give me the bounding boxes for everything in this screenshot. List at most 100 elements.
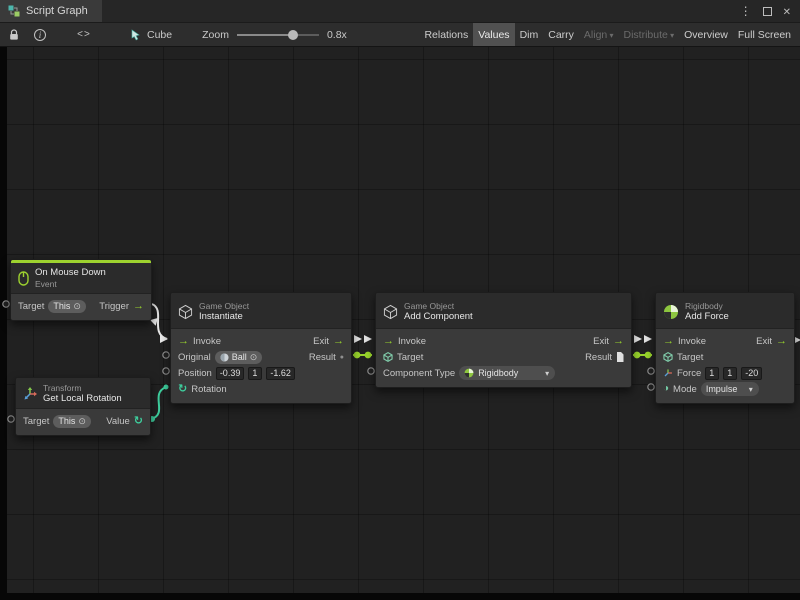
input-port[interactable]	[368, 368, 374, 374]
rotation-port-icon[interactable]	[178, 384, 187, 395]
object-port-dot[interactable]	[645, 352, 652, 359]
node-subtitle: Event	[35, 279, 106, 289]
node-add-force[interactable]: Rigidbody Add Force Invoke Exit Target	[655, 292, 795, 404]
exit-flow-port-icon[interactable]	[613, 336, 624, 347]
connection-value-to-rotation[interactable]	[151, 387, 166, 419]
node-body: Invoke Exit Target Force 1	[656, 329, 794, 403]
connection-trigger-to-invoke[interactable]	[152, 304, 167, 339]
object-picker-icon[interactable]	[78, 417, 86, 426]
result-port-icon[interactable]	[340, 354, 344, 361]
close-icon[interactable]	[783, 5, 791, 18]
node-on-mouse-down[interactable]: On Mouse Down Event Target This Trigger	[10, 259, 152, 321]
port-row: Target	[663, 349, 787, 365]
gameobject-port-icon[interactable]	[383, 352, 393, 362]
force-z-field[interactable]: -20	[741, 367, 762, 380]
gameobject-port-icon[interactable]	[663, 352, 673, 362]
node-add-component[interactable]: Game Object Add Component Invoke Exit Ta…	[375, 292, 632, 388]
component-type-port-label: Component Type	[383, 368, 455, 379]
chip-label: This	[53, 301, 70, 311]
node-category: Game Object	[199, 301, 249, 311]
port-row: Target This Value	[23, 413, 143, 429]
maximize-icon[interactable]	[763, 7, 772, 16]
exit-flow-port-icon[interactable]	[333, 336, 344, 347]
position-z-field[interactable]: -1.62	[266, 367, 295, 380]
node-header[interactable]: Rigidbody Add Force	[656, 293, 794, 329]
node-header[interactable]: Transform Get Local Rotation	[16, 378, 150, 409]
quaternion-port-icon[interactable]	[134, 416, 143, 427]
component-document-icon[interactable]	[616, 352, 624, 362]
object-port-dot[interactable]	[365, 352, 372, 359]
object-port-dot[interactable]	[634, 352, 641, 359]
edit-graph-icon[interactable]	[74, 23, 94, 46]
zoom-value: 0.8x	[327, 29, 347, 41]
input-port[interactable]	[648, 384, 654, 390]
object-picker-icon[interactable]	[73, 302, 81, 311]
exit-port-label: Exit	[313, 336, 329, 347]
dropdown-value: Rigidbody	[478, 368, 518, 378]
input-port[interactable]	[163, 352, 169, 358]
invoke-port-label: Invoke	[398, 336, 426, 347]
node-body: Invoke Exit Original Ball Resul	[171, 329, 351, 403]
fullscreen-button[interactable]: Full Screen	[733, 23, 796, 46]
value-port-dot[interactable]	[164, 385, 169, 390]
relations-button[interactable]: Relations	[419, 23, 473, 46]
input-port[interactable]	[8, 416, 14, 422]
target-object-chip[interactable]: This	[53, 415, 91, 428]
trigger-port-label: Trigger	[99, 301, 129, 312]
zoom-slider[interactable]	[237, 29, 319, 41]
zoom-slider-handle[interactable]	[288, 30, 298, 40]
enum-port-icon[interactable]	[663, 384, 669, 394]
ball-icon	[220, 353, 229, 362]
info-button[interactable]	[30, 23, 50, 46]
node-header[interactable]: Game Object Instantiate	[171, 293, 351, 329]
flow-connection-arrow[interactable]	[634, 335, 642, 343]
node-title: Add Component	[404, 312, 473, 322]
canvas-left-edge	[0, 47, 7, 600]
graph-reference[interactable]: Cube	[130, 29, 172, 41]
node-get-local-rotation[interactable]: Transform Get Local Rotation Target This…	[15, 377, 151, 436]
node-title: Get Local Rotation	[43, 394, 122, 404]
vector3-port-icon[interactable]	[663, 368, 673, 378]
window-menu-icon[interactable]	[740, 5, 752, 17]
graph-canvas[interactable]: On Mouse Down Event Target This Trigger	[0, 47, 800, 600]
force-x-field[interactable]: 1	[705, 367, 719, 380]
node-category: Game Object	[404, 301, 473, 311]
object-picker-icon[interactable]	[250, 353, 258, 362]
invoke-flow-port-icon[interactable]	[383, 336, 394, 347]
values-button[interactable]: Values	[473, 23, 514, 46]
connection-arrow-icon	[160, 335, 168, 343]
target-port-label: Target	[18, 301, 44, 312]
flow-connection-arrow[interactable]	[354, 335, 362, 343]
zoom-label: Zoom	[202, 29, 229, 41]
node-header[interactable]: On Mouse Down Event	[11, 263, 151, 294]
flow-connection-arrow[interactable]	[644, 335, 652, 343]
mode-dropdown[interactable]: Impulse	[701, 382, 759, 396]
exit-flow-port-icon[interactable]	[776, 336, 787, 347]
target-object-chip[interactable]: This	[48, 300, 86, 313]
graph-target-label: Cube	[147, 29, 172, 41]
tab-script-graph[interactable]: Script Graph	[0, 0, 102, 22]
trigger-flow-port-icon[interactable]	[133, 301, 144, 312]
toolbar-buttons: Relations Values Dim Carry Align Distrib…	[419, 23, 796, 46]
mouse-icon	[18, 271, 29, 286]
node-header[interactable]: Game Object Add Component	[376, 293, 631, 329]
component-type-dropdown[interactable]: Rigidbody	[459, 366, 555, 380]
overview-button[interactable]: Overview	[679, 23, 733, 46]
invoke-flow-port-icon[interactable]	[178, 336, 189, 347]
original-object-chip[interactable]: Ball	[215, 351, 263, 364]
input-port[interactable]	[163, 368, 169, 374]
node-instantiate[interactable]: Game Object Instantiate Invoke Exit Orig…	[170, 292, 352, 404]
lock-icon[interactable]	[4, 23, 24, 46]
object-port-dot[interactable]	[354, 352, 361, 359]
window-controls	[740, 0, 800, 22]
input-port[interactable]	[648, 368, 654, 374]
invoke-flow-port-icon[interactable]	[663, 336, 674, 347]
carry-button[interactable]: Carry	[543, 23, 579, 46]
force-y-field[interactable]: 1	[723, 367, 737, 380]
flow-connection-arrow[interactable]	[364, 335, 372, 343]
position-x-field[interactable]: -0.39	[216, 367, 245, 380]
invoke-port-label: Invoke	[678, 336, 706, 347]
position-y-field[interactable]: 1	[248, 367, 262, 380]
dropdown-value: Impulse	[706, 384, 738, 394]
dim-button[interactable]: Dim	[515, 23, 544, 46]
